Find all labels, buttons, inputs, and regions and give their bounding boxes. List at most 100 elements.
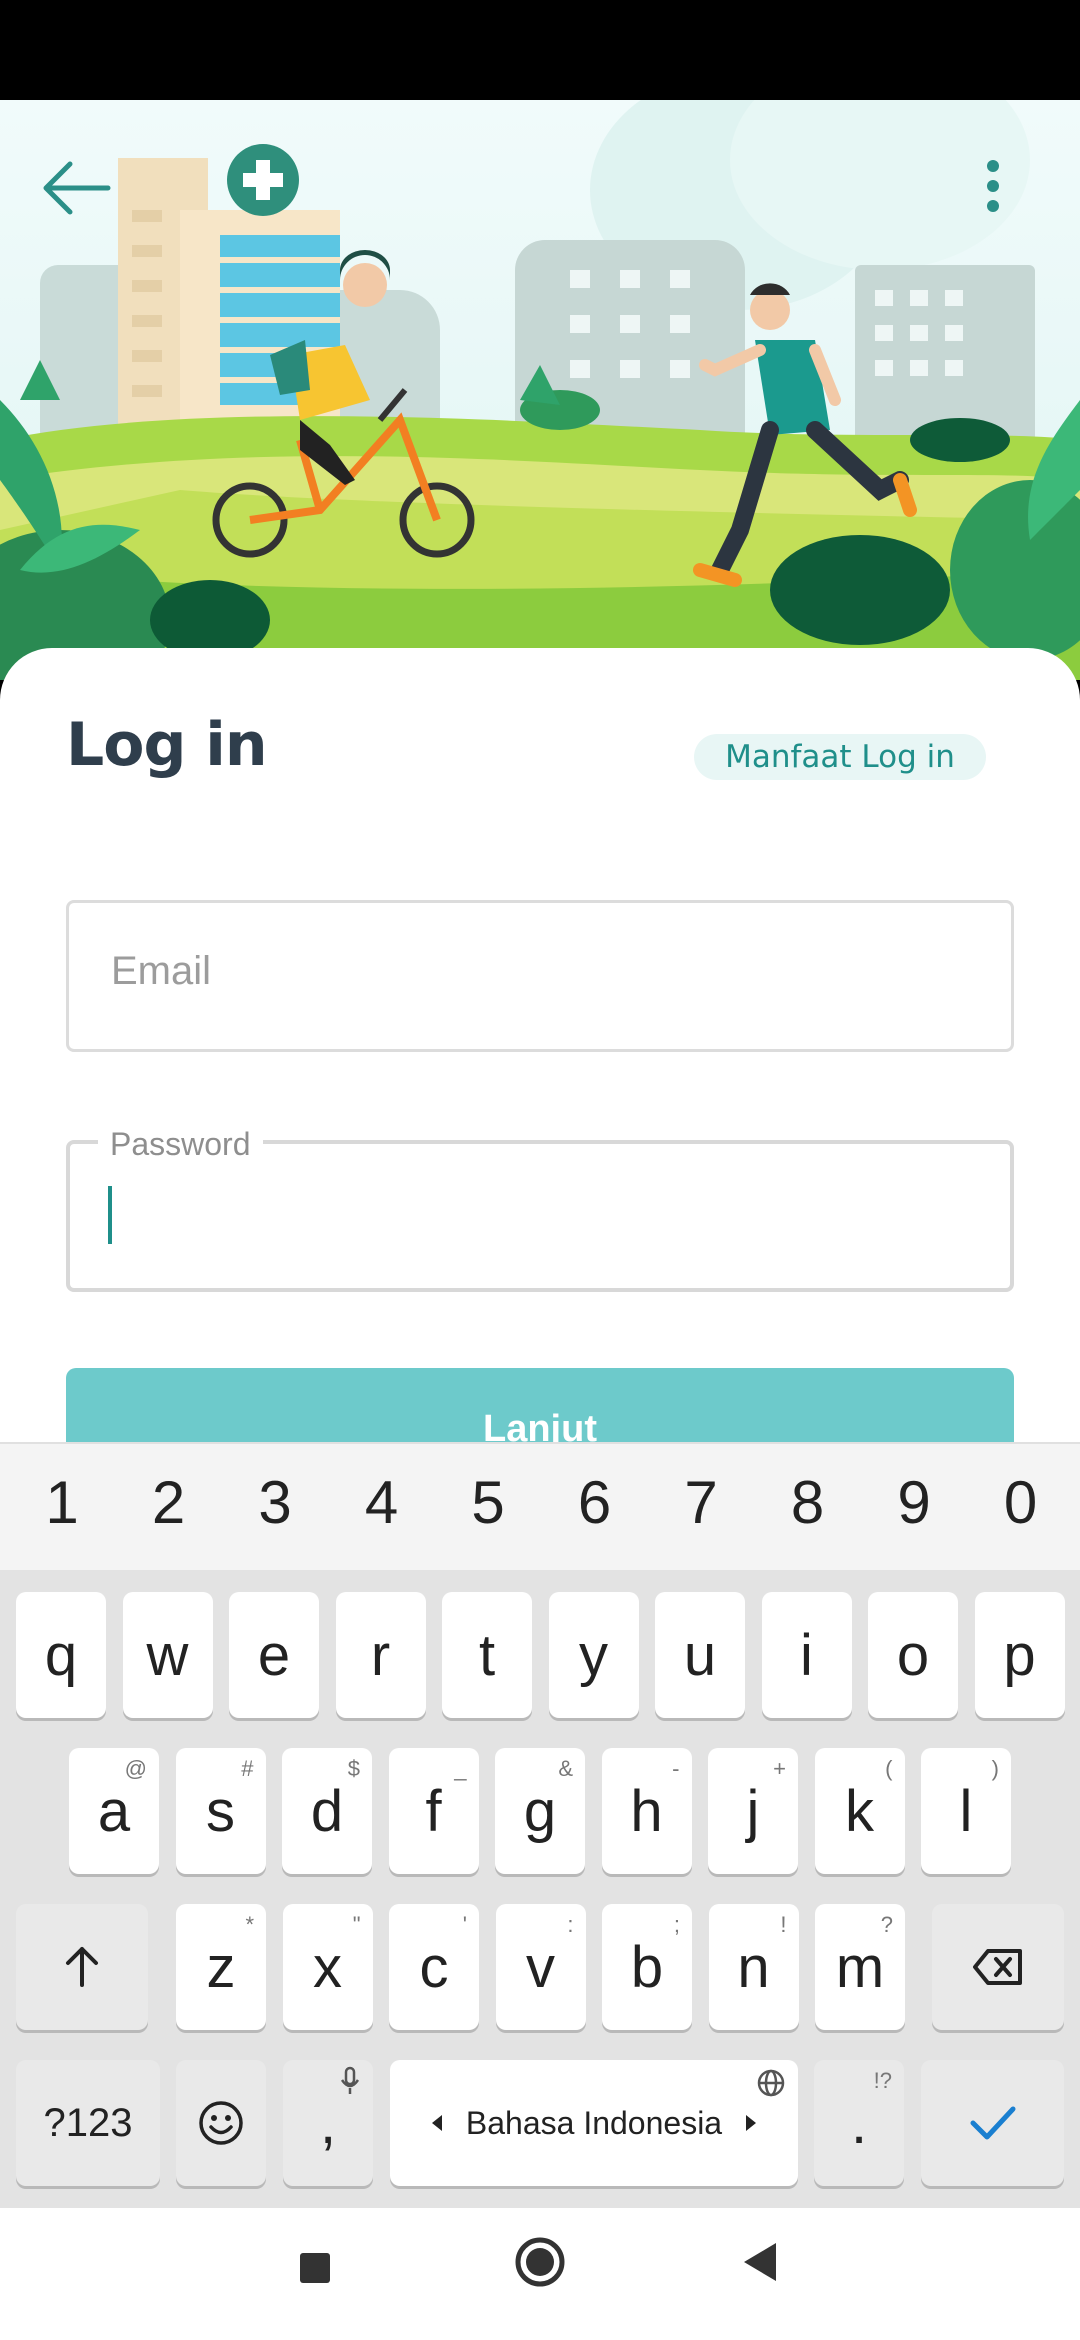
key-k[interactable]: k(	[814, 1748, 905, 1874]
shift-key[interactable]	[16, 1904, 148, 2030]
home-button[interactable]	[508, 2230, 572, 2294]
period-key[interactable]: .!?	[814, 2060, 904, 2186]
emoji-key[interactable]	[176, 2060, 266, 2186]
enter-key[interactable]	[921, 2060, 1064, 2186]
emoji-icon	[199, 2101, 243, 2145]
key-3[interactable]: 3	[225, 1468, 325, 1537]
key-label: u	[683, 1622, 717, 1688]
arrow-left-icon	[43, 161, 111, 215]
backspace-icon	[973, 1949, 1022, 1985]
square-icon	[300, 2253, 330, 2283]
key-6[interactable]: 6	[545, 1468, 645, 1537]
park-illustration	[0, 100, 1080, 680]
key-o[interactable]: o	[868, 1592, 958, 1718]
key-d[interactable]: d $	[282, 1748, 372, 1874]
key-label: c	[419, 1934, 449, 2000]
more-vertical-icon	[987, 160, 999, 212]
key-label: s	[206, 1778, 235, 1844]
key-l[interactable]: l)	[921, 1748, 1011, 1874]
key-hint: -	[672, 1756, 680, 1781]
key-q[interactable]: q	[16, 1592, 106, 1718]
login-benefits-link[interactable]: Manfaat Log in	[694, 734, 986, 780]
key-label: l	[959, 1778, 973, 1844]
key-f[interactable]: f _	[388, 1748, 479, 1874]
soft-keyboard: 1234567890 q w e r t y u i o p a @ s # d $ f _ g & h - j + k(l) z…	[0, 1442, 1080, 2208]
space-key[interactable]: Bahasa Indonesia	[390, 2060, 798, 2186]
key-label: g	[523, 1778, 557, 1844]
key-v[interactable]: v:	[495, 1904, 586, 2030]
navigation-bar	[0, 2208, 1080, 2340]
key-hint: @	[124, 1756, 147, 1781]
key-hint: #	[241, 1756, 254, 1781]
back-nav-button[interactable]	[730, 2232, 790, 2292]
key-c[interactable]: c '	[389, 1904, 479, 2030]
key-hint: !	[780, 1912, 787, 1937]
email-field[interactable]: Email	[66, 900, 1014, 1052]
key-z[interactable]: z *	[176, 1904, 266, 2030]
recents-button[interactable]	[285, 2238, 345, 2298]
key-label: h	[630, 1778, 663, 1844]
key-r[interactable]: r	[335, 1592, 426, 1718]
comma-key[interactable]: ,	[283, 2060, 373, 2186]
key-n[interactable]: n!	[708, 1904, 799, 2030]
key-label: x	[313, 1934, 342, 2000]
space-label: Bahasa Indonesia	[465, 2104, 723, 2141]
mic-icon	[340, 2066, 360, 2094]
key-j[interactable]: j +	[708, 1748, 798, 1874]
key-u[interactable]: u	[655, 1592, 745, 1718]
key-label: a	[97, 1778, 131, 1844]
triangle-back-icon	[744, 2243, 776, 2281]
key-a[interactable]: a @	[69, 1748, 159, 1874]
key-0[interactable]: 0	[971, 1468, 1071, 1537]
shift-arrow-icon	[66, 1947, 98, 1987]
key-m[interactable]: m?	[815, 1904, 905, 2030]
email-placeholder: Email	[111, 949, 212, 993]
key-s[interactable]: s #	[175, 1748, 266, 1874]
key-label: p	[1003, 1622, 1036, 1688]
key-label: j	[746, 1778, 760, 1844]
backspace-key[interactable]	[932, 1904, 1064, 2030]
symbols-key[interactable]: ?123	[16, 2060, 160, 2186]
key-b[interactable]: b;	[602, 1904, 692, 2030]
key-hint: )	[991, 1756, 999, 1781]
period-label: .	[850, 2090, 868, 2156]
key-i[interactable]: i	[761, 1592, 852, 1718]
key-label: z	[206, 1934, 236, 2000]
key-label: q	[44, 1622, 78, 1688]
key-hint: ;	[673, 1912, 680, 1937]
key-8[interactable]: 8	[758, 1468, 858, 1537]
key-label: v	[526, 1934, 555, 2000]
key-2[interactable]: 2	[119, 1468, 219, 1537]
key-y[interactable]: y	[548, 1592, 639, 1718]
key-label: w	[146, 1622, 189, 1688]
key-1[interactable]: 1	[12, 1468, 112, 1537]
key-e[interactable]: e	[229, 1592, 319, 1718]
key-9[interactable]: 9	[864, 1468, 964, 1537]
key-5[interactable]: 5	[438, 1468, 538, 1537]
right-arrow-icon	[746, 2115, 757, 2131]
key-4[interactable]: 4	[332, 1468, 432, 1537]
key-label: f	[425, 1778, 442, 1844]
back-button[interactable]	[40, 158, 120, 238]
key-t[interactable]: t	[442, 1592, 532, 1718]
key-7[interactable]: 7	[651, 1468, 751, 1537]
key-label: d	[310, 1778, 344, 1844]
key-hint: "	[352, 1912, 361, 1937]
key-label: o	[896, 1622, 930, 1688]
key-label: r	[370, 1622, 391, 1688]
key-label: m	[835, 1934, 885, 2000]
number-row: 1234567890	[0, 1442, 1080, 1570]
key-hint: *	[245, 1912, 254, 1937]
checkmark-icon	[970, 2106, 1015, 2140]
key-label: n	[737, 1934, 770, 2000]
key-label: y	[579, 1622, 608, 1688]
key-g[interactable]: g &	[495, 1748, 585, 1874]
more-options-button[interactable]	[985, 158, 1045, 238]
globe-icon	[757, 2069, 785, 2097]
key-p[interactable]: p	[974, 1592, 1065, 1718]
key-h[interactable]: h-	[601, 1748, 692, 1874]
key-label: e	[257, 1622, 291, 1688]
key-w[interactable]: w	[122, 1592, 213, 1718]
key-x[interactable]: x "	[282, 1904, 373, 2030]
circle-icon	[515, 2237, 565, 2287]
